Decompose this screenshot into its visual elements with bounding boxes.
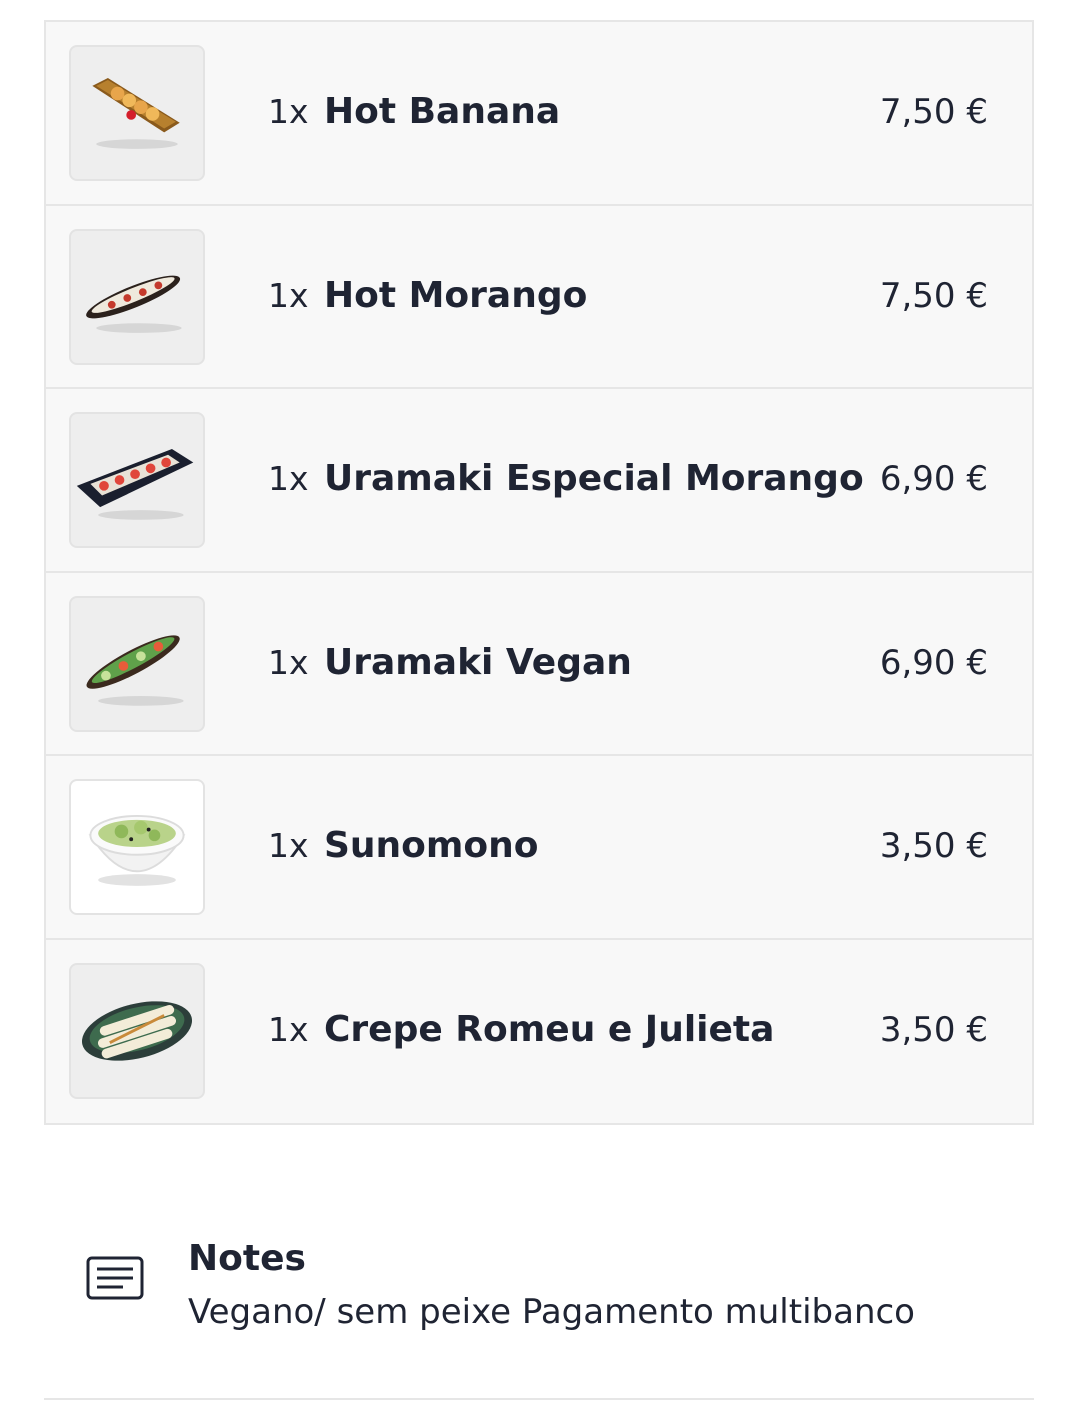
order-item[interactable]: 1x Hot Banana 7,50 € [46, 22, 1032, 206]
item-name: Uramaki Especial Morango [324, 458, 864, 499]
salad-bowl-icon [69, 779, 205, 915]
item-price: 3,50 € [879, 1009, 988, 1050]
order-item[interactable]: 1x Sunomono 3,50 € [46, 756, 1032, 940]
sushi-roll-plate-icon [69, 228, 205, 365]
item-name: Crepe Romeu e Julieta [324, 1008, 775, 1050]
item-price: 6,90 € [879, 459, 988, 499]
item-name: Hot Banana [324, 91, 561, 132]
item-price: 7,50 € [879, 92, 988, 132]
item-price: 3,50 € [879, 826, 988, 866]
order-items-list: 1x Hot Banana 7,50 € 1x Hot Morango 7,50… [44, 20, 1034, 1125]
order-item[interactable]: 1x Uramaki Especial Morango 6,90 € [46, 389, 1032, 573]
item-name: Hot Morango [324, 274, 588, 316]
item-price: 6,90 € [879, 642, 988, 683]
order-notes: Notes Vegano/ sem peixe Pagamento multib… [44, 1230, 1034, 1400]
notes-text: Vegano/ sem peixe Pagamento multibanco [188, 1292, 915, 1332]
item-price: 7,50 € [879, 275, 988, 316]
item-quantity: 1x [268, 275, 309, 315]
uramaki-plate-icon [69, 412, 205, 548]
item-quantity: 1x [268, 642, 309, 682]
order-item[interactable]: 1x Uramaki Vegan 6,90 € [46, 573, 1032, 756]
vegan-roll-plate-icon [69, 595, 205, 732]
item-quantity: 1x [268, 826, 309, 865]
item-name: Uramaki Vegan [324, 641, 632, 683]
notes-icon [86, 1256, 144, 1300]
notes-title: Notes [188, 1238, 306, 1279]
order-item[interactable]: 1x Crepe Romeu e Julieta 3,50 € [46, 940, 1032, 1124]
item-name: Sunomono [324, 825, 539, 866]
item-quantity: 1x [268, 92, 309, 131]
item-quantity: 1x [268, 459, 309, 498]
item-quantity: 1x [268, 1009, 309, 1049]
sushi-board-icon [69, 45, 205, 181]
order-item[interactable]: 1x Hot Morango 7,50 € [46, 206, 1032, 389]
crepe-plate-icon [69, 962, 205, 1099]
